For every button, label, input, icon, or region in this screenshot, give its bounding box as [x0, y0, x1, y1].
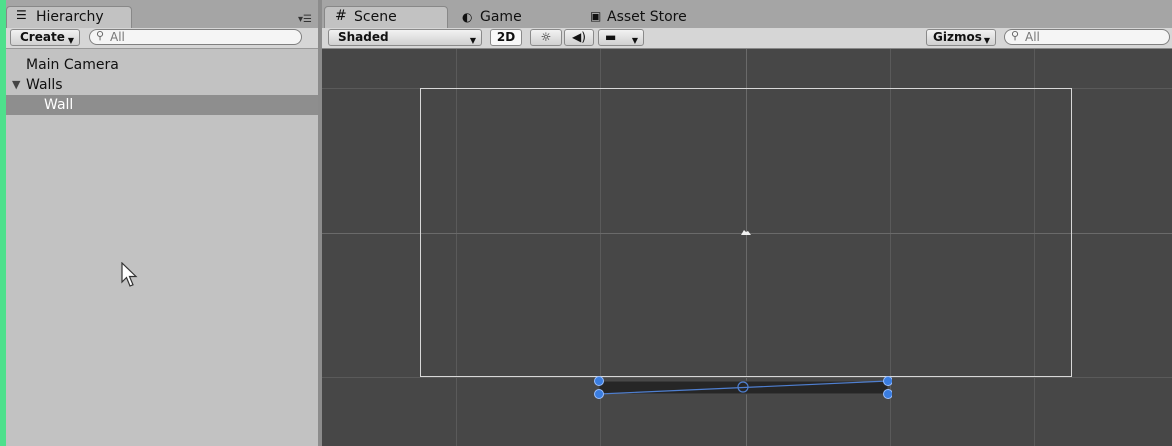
resize-handle-top-left: [594, 376, 604, 386]
chevron-down-icon: ▼: [631, 36, 638, 45]
pacman-icon: ◐: [462, 10, 473, 24]
scene-viewport[interactable]: [322, 49, 1172, 446]
expand-triangle-icon[interactable]: ▼: [12, 75, 20, 95]
hierarchy-search-placeholder: All: [110, 30, 125, 44]
resize-handle-top-right: [883, 376, 892, 386]
shading-mode-label: Shaded: [338, 30, 389, 44]
lighting-toggle-button[interactable]: ☼: [530, 29, 562, 46]
resize-handle-bottom-left: [594, 389, 604, 399]
hierarchy-toolbar: Create ▼ ⚲ All: [6, 28, 318, 49]
hierarchy-item-wall[interactable]: Wall: [6, 95, 318, 115]
hierarchy-tree: Main Camera ▼ Walls Wall: [6, 55, 318, 115]
toggle-2d-label: 2D: [496, 30, 516, 44]
hierarchy-item-label: Wall: [44, 97, 74, 113]
search-icon: ⚲: [96, 29, 105, 42]
tab-game-label: Game: [480, 9, 522, 25]
chevron-down-icon: ▼: [983, 36, 990, 45]
scene-search-input[interactable]: ⚲ All: [1004, 29, 1170, 45]
scene-panel: # Scene ◐ Game ▣ Asset Store Shaded ▼ 2D…: [322, 0, 1172, 446]
search-icon: ⚲: [1011, 29, 1020, 42]
hierarchy-item-label: Walls: [26, 77, 63, 93]
shading-mode-dropdown[interactable]: Shaded ▼: [328, 29, 482, 46]
mouse-cursor-icon: [121, 262, 138, 287]
hierarchy-tabbar: ☰ Hierarchy ▾☰: [6, 0, 318, 28]
tab-asset-store-label: Asset Store: [607, 9, 687, 25]
wall-sprite-selection[interactable]: [592, 373, 892, 399]
camera-gizmo-icon[interactable]: [739, 227, 753, 239]
resize-handle-bottom-right: [883, 389, 892, 399]
chevron-down-icon: ▼: [469, 36, 476, 45]
audio-toggle-button[interactable]: ◀): [564, 29, 594, 46]
toggle-2d-button[interactable]: 2D: [490, 29, 522, 46]
scene-tabbar: # Scene ◐ Game ▣ Asset Store: [322, 0, 1172, 28]
image-icon: ▬: [605, 30, 617, 44]
hierarchy-item-label: Main Camera: [26, 57, 119, 73]
scene-search-placeholder: All: [1025, 30, 1040, 44]
tab-scene-label: Scene: [354, 9, 397, 25]
gizmos-label: Gizmos: [933, 30, 982, 44]
panel-menu-icon[interactable]: ▾☰: [298, 14, 312, 25]
hierarchy-search-input[interactable]: ⚲ All: [89, 29, 302, 45]
create-button-label: Create: [20, 30, 65, 44]
scene-toolbar: Shaded ▼ 2D ☼ ◀) ▬ ▼ Gizmos ▼ ⚲ All: [322, 28, 1172, 49]
hierarchy-item-main-camera[interactable]: Main Camera: [6, 55, 318, 75]
tab-scene[interactable]: # Scene: [324, 6, 448, 28]
create-button[interactable]: Create ▼: [10, 29, 80, 46]
tab-hierarchy[interactable]: ☰ Hierarchy: [6, 6, 132, 28]
speaker-icon: ◀): [572, 30, 586, 44]
chevron-down-icon: ▼: [67, 36, 74, 45]
hierarchy-item-walls[interactable]: ▼ Walls: [6, 75, 318, 95]
grid-icon: #: [335, 8, 347, 24]
tab-hierarchy-label: Hierarchy: [36, 9, 104, 25]
effects-toggle-button[interactable]: ▬ ▼: [598, 29, 644, 46]
bag-icon: ▣: [590, 9, 602, 23]
gizmos-dropdown[interactable]: Gizmos ▼: [926, 29, 996, 46]
hierarchy-panel: ☰ Hierarchy ▾☰ Create ▼ ⚲ All Main Camer…: [6, 0, 318, 446]
sun-icon: ☼: [540, 30, 552, 44]
list-icon: ☰: [16, 8, 27, 22]
